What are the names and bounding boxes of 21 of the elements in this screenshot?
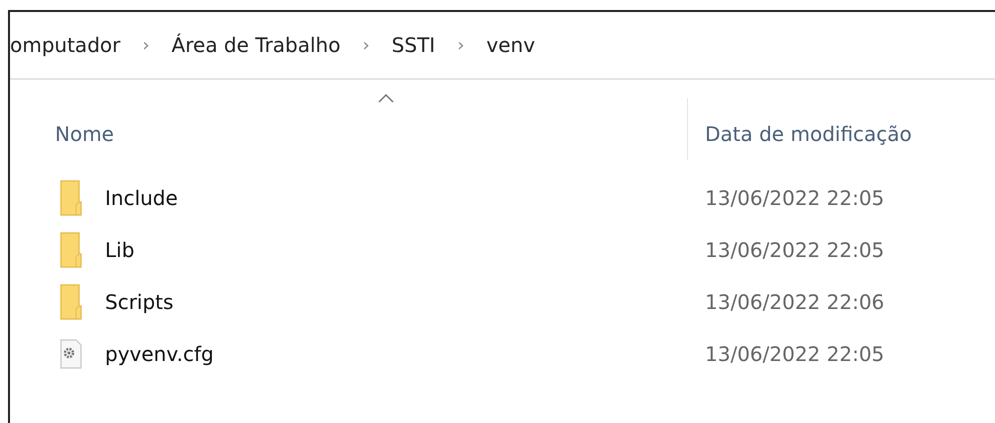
modified-date: 13/06/2022 22:05 bbox=[704, 342, 884, 366]
chevron-separator: › bbox=[457, 34, 464, 56]
column-header[interactable]: Data de modificação bbox=[705, 122, 912, 146]
breadcrumb-item[interactable]: SSTI bbox=[392, 33, 436, 57]
file-name[interactable]: pyvenv.cfg bbox=[105, 342, 214, 366]
breadcrumb-item[interactable]: omputador bbox=[10, 33, 120, 57]
folder-icon bbox=[60, 180, 82, 216]
column-header[interactable]: Nome bbox=[55, 122, 114, 146]
file-name[interactable]: Lib bbox=[105, 238, 134, 262]
modified-date: 13/06/2022 22:05 bbox=[704, 238, 884, 262]
folder-icon bbox=[60, 284, 82, 320]
folder-icon bbox=[60, 232, 82, 268]
settings-file-icon bbox=[60, 339, 82, 369]
breadcrumb-item[interactable]: Área de Trabalho bbox=[172, 33, 340, 57]
file-name[interactable]: Include bbox=[105, 186, 178, 210]
modified-date: 13/06/2022 22:05 bbox=[704, 186, 884, 210]
modified-date: 13/06/2022 22:06 bbox=[704, 290, 884, 314]
breadcrumb-item[interactable]: venv bbox=[486, 33, 536, 57]
file-name[interactable]: Scripts bbox=[105, 290, 174, 314]
chevron-separator: › bbox=[362, 34, 370, 56]
chevron-separator: › bbox=[142, 34, 150, 56]
